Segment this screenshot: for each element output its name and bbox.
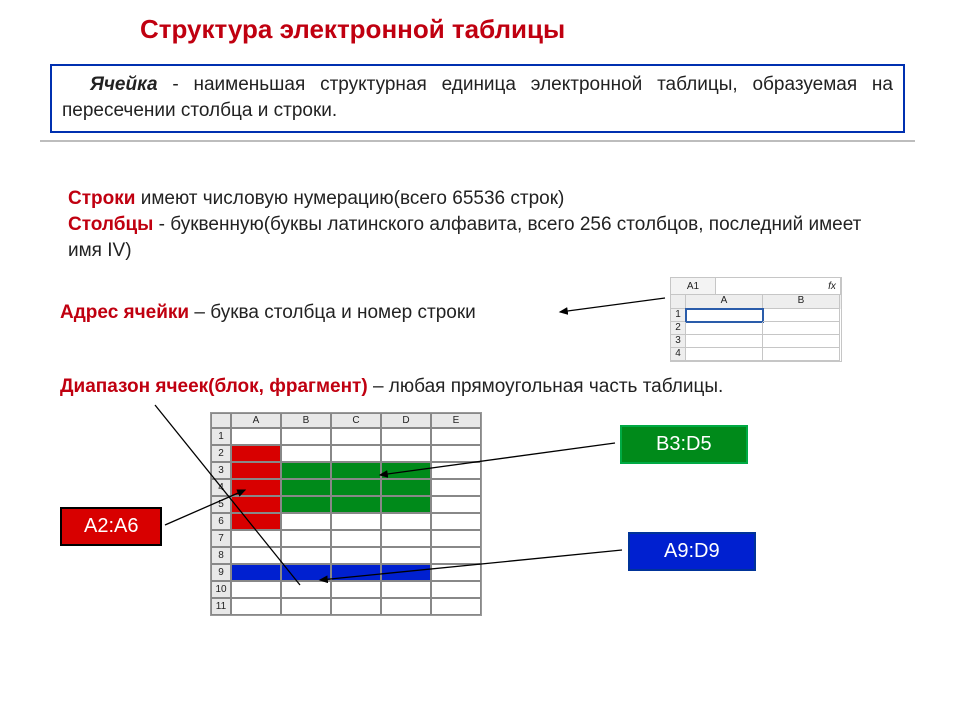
row-4: 4 — [211, 479, 231, 496]
range-text: – любая прямоугольная часть таблицы. — [368, 376, 724, 397]
col-B: B — [281, 413, 331, 428]
namebox: A1 — [671, 278, 716, 294]
row-5: 5 — [211, 496, 231, 513]
rows-description: Строки имеют числовую нумерацию(всего 65… — [68, 186, 888, 212]
row-7: 7 — [211, 530, 231, 547]
rows-label: Строки — [68, 188, 135, 209]
definition-text: - наименьшая структурная единица электро… — [62, 74, 893, 121]
label-a2a6: A2:A6 — [60, 507, 162, 546]
fx-icon: fx — [824, 278, 841, 294]
cols-description: Столбцы - буквенную(буквы латинского алф… — [68, 212, 888, 263]
row-11: 11 — [211, 598, 231, 615]
cols-text: - буквенную(буквы латинского алфавита, в… — [68, 214, 861, 261]
mini-row-2: 2 — [671, 322, 686, 335]
cell-A1 — [686, 309, 763, 322]
mini-spreadsheet: A1 fx A B 1 2 3 4 — [670, 277, 842, 362]
divider — [40, 140, 915, 142]
definition-box: Ячейка - наименьшая структурная единица … — [50, 64, 905, 133]
row-6: 6 — [211, 513, 231, 530]
label-b3d5: B3:D5 — [620, 425, 748, 464]
row-8: 8 — [211, 547, 231, 564]
col-A: A — [231, 413, 281, 428]
address-text: – буква столбца и номер строки — [189, 302, 476, 323]
row-9: 9 — [211, 564, 231, 581]
cols-label: Столбцы — [68, 214, 153, 235]
mini-row-4: 4 — [671, 348, 686, 361]
row-3: 3 — [211, 462, 231, 479]
range-label: Диапазон ячеек(блок, фрагмент) — [60, 376, 368, 397]
col-C: C — [331, 413, 381, 428]
row-1: 1 — [211, 428, 231, 445]
spreadsheet-diagram: A B C D E 1 2 3 4 5 6 7 8 9 10 11 — [210, 412, 482, 616]
col-D: D — [381, 413, 431, 428]
mini-col-A: A — [686, 295, 763, 309]
label-a9d9: A9:D9 — [628, 532, 756, 571]
mini-col-B: B — [763, 295, 840, 309]
address-label: Адрес ячейки — [60, 302, 189, 323]
row-10: 10 — [211, 581, 231, 598]
page-title: Структура электронной таблицы — [140, 14, 565, 45]
col-E: E — [431, 413, 481, 428]
mini-row-1: 1 — [671, 309, 686, 322]
mini-row-3: 3 — [671, 335, 686, 348]
row-2: 2 — [211, 445, 231, 462]
range-description: Диапазон ячеек(блок, фрагмент) – любая п… — [60, 374, 910, 400]
address-description: Адрес ячейки – буква столбца и номер стр… — [60, 300, 476, 326]
rows-text: имеют числовую нумерацию(всего 65536 стр… — [135, 188, 564, 209]
definition-term: Ячейка — [90, 74, 158, 95]
